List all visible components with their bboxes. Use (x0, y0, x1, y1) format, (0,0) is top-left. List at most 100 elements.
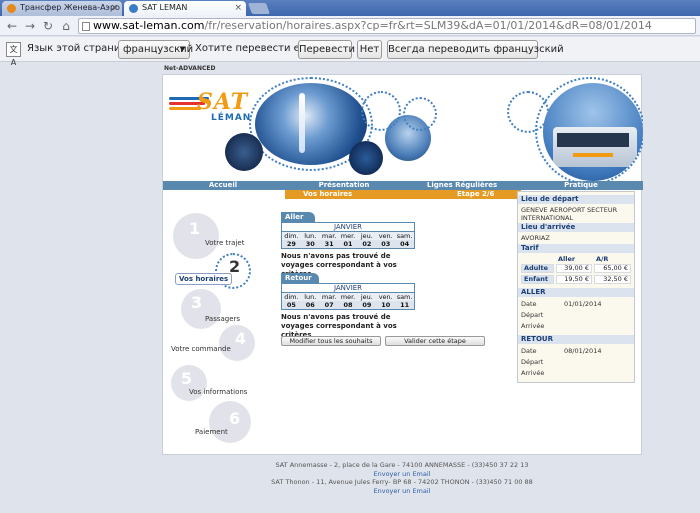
tarif-col-ar: A/R (596, 255, 609, 263)
retour-date-cell[interactable]: 11 (395, 301, 415, 309)
retour-depart-label: Départ (521, 358, 544, 366)
reload-icon[interactable]: ↻ (40, 18, 56, 34)
dotted-ring (535, 77, 643, 181)
retour-date-cell[interactable]: 05 (282, 301, 301, 309)
retour-date-cell[interactable]: 08 (338, 301, 358, 309)
footer-thonon-address: SAT Thonon - 11, Avenue Jules Ferry- BP … (271, 478, 533, 486)
validate-step-button[interactable]: Valider cette étape (385, 336, 485, 346)
favicon-icon (129, 4, 138, 13)
step-2-label: Vos horaires (175, 273, 233, 285)
submenu-etape: Etape 2/6 (457, 190, 495, 198)
adulte-ar-price: 65,00 € (594, 264, 631, 273)
menu-accueil[interactable]: Accueil (173, 181, 273, 190)
translate-question: Хотите перевести ее? (195, 43, 312, 54)
aller-date-cell[interactable]: 04 (395, 240, 415, 248)
arrivee-value: AVORIAZ (521, 234, 550, 242)
aller-summary-header: ALLER (518, 288, 634, 297)
retour-weekdays: dim. lun. mar. mer. jeu. ven. sam. (282, 293, 415, 301)
enfant-label: Enfant (521, 275, 554, 284)
aller-date-value: 01/01/2014 (564, 300, 602, 308)
retour-summary-header: RETOUR (518, 335, 634, 344)
retour-tag: Retour (281, 273, 319, 283)
close-tab-icon[interactable]: × (110, 1, 118, 15)
step-4-label: Votre commande (171, 345, 231, 353)
sub-menu: Vos horaires Etape 2/6 (285, 190, 521, 199)
translate-bar: 文A Язык этой страницы французский ▼ Хоти… (0, 37, 700, 67)
tarif-col-aller: Aller (558, 255, 576, 263)
retour-date-cell[interactable]: 07 (319, 301, 339, 309)
retour-arrivee-label: Arrivée (521, 369, 545, 377)
modify-wishes-button[interactable]: Modifier tous les souhaits (281, 336, 381, 346)
net-advanced-label: Net-ADVANCED (164, 65, 216, 72)
chevron-down-icon: ▼ (179, 45, 185, 53)
page-container: SAT LÉMAN Accueil Présentation Lignes Ré… (162, 74, 643, 455)
enfant-aller-price: 19,50 € (556, 275, 592, 284)
aller-calendar: JANVIER dim. lun. mar. mer. jeu. ven. sam. 29 3… (281, 222, 415, 249)
site-header: SAT LÉMAN (163, 75, 643, 181)
favicon-icon (7, 4, 16, 13)
arrivee-header: Lieu d'arrivée (518, 223, 634, 232)
trip-summary-panel: Lieu de départ GENEVE AEROPORT SECTEUR I… (517, 191, 635, 383)
page-icon (82, 22, 90, 31)
retour-date-cell[interactable]: 10 (376, 301, 396, 309)
aller-weekdays: dim. lun. mar. mer. jeu. ven. sam. (282, 232, 415, 240)
retour-dates: 05 06 07 08 09 10 11 (282, 301, 415, 309)
tarif-header: Tarif (518, 244, 634, 253)
footer-annemasse-address: SAT Annemasse - 2, place de la Gare - 74… (275, 461, 529, 469)
step-3-label: Passagers (205, 315, 241, 323)
step-1-number: 1 (189, 219, 201, 238)
night-city-photo (225, 133, 263, 171)
tab-bar: Трансфер Женева-Аэро × SAT LEMAN × (0, 0, 700, 16)
aller-date-cell[interactable]: 01 (338, 240, 358, 248)
step-4-number: 4 (235, 329, 247, 348)
translate-icon: 文A (6, 42, 21, 67)
translate-button[interactable]: Перевести (298, 40, 355, 59)
new-tab-button[interactable] (247, 3, 271, 14)
home-icon[interactable]: ⌂ (58, 18, 74, 34)
retour-date-label: Date (521, 347, 537, 355)
step-5-number: 5 (181, 369, 193, 388)
forward-arrow-icon[interactable]: → (22, 18, 38, 34)
logo-subtext: LÉMAN (211, 113, 252, 123)
dotted-ring (403, 97, 437, 131)
tab-label: SAT LEMAN (142, 3, 188, 12)
step-5-label: Vos informations (189, 388, 248, 396)
aller-tag: Aller (281, 212, 315, 222)
address-bar[interactable]: www.sat-leman.com/fr/reservation/horaire… (78, 18, 696, 34)
aller-date-cell[interactable]: 30 (300, 240, 320, 248)
aller-date-cell[interactable]: 02 (357, 240, 377, 248)
close-tab-icon[interactable]: × (234, 1, 242, 15)
step-6-number: 6 (229, 409, 241, 428)
aller-month: JANVIER (282, 223, 414, 232)
dotted-ring (361, 91, 401, 131)
sat-leman-logo[interactable]: SAT LÉMAN (169, 85, 259, 125)
aller-date-cell[interactable]: 03 (376, 240, 396, 248)
url-path: /fr/reservation/horaires.aspx?cp=fr&rt=S… (204, 19, 652, 32)
aller-date-cell[interactable]: 31 (319, 240, 339, 248)
back-arrow-icon[interactable]: ← (4, 18, 20, 34)
footer-email-link-2[interactable]: Envoyer un Email (162, 487, 642, 496)
language-select[interactable]: французский ▼ (118, 40, 193, 59)
retour-date-cell[interactable]: 06 (300, 301, 320, 309)
tab-transfer[interactable]: Трансфер Женева-Аэро × (2, 1, 122, 16)
no-button[interactable]: Нет (357, 40, 382, 59)
tab-label: Трансфер Женева-Аэро (20, 3, 120, 12)
adulte-label: Adulte (521, 264, 554, 273)
depart-value: GENEVE AEROPORT SECTEUR INTERNATIONAL (521, 206, 618, 222)
always-translate-button[interactable]: Всегда переводить французский (387, 40, 564, 59)
retour-date-cell[interactable]: 09 (357, 301, 377, 309)
step-1-label[interactable]: Votre trajet (205, 239, 244, 247)
step-3-number: 3 (191, 293, 203, 312)
aller-date-cell[interactable]: 29 (282, 240, 301, 248)
adulte-aller-price: 39,00 € (556, 264, 592, 273)
aller-depart-label: Départ (521, 311, 544, 319)
tab-sat-leman[interactable]: SAT LEMAN × (124, 1, 246, 16)
retour-date-value: 08/01/2014 (564, 347, 602, 355)
menu-lignes-regulieres[interactable]: Lignes Régulières (403, 181, 521, 190)
aller-dates: 29 30 31 01 02 03 04 (282, 240, 415, 248)
menu-pratique[interactable]: Pratique (523, 181, 639, 190)
footer-email-link-1[interactable]: Envoyer un Email (162, 470, 642, 479)
menu-presentation[interactable]: Présentation (285, 181, 403, 190)
step-6-label: Paiement (195, 428, 228, 436)
depart-header: Lieu de départ (518, 195, 634, 204)
